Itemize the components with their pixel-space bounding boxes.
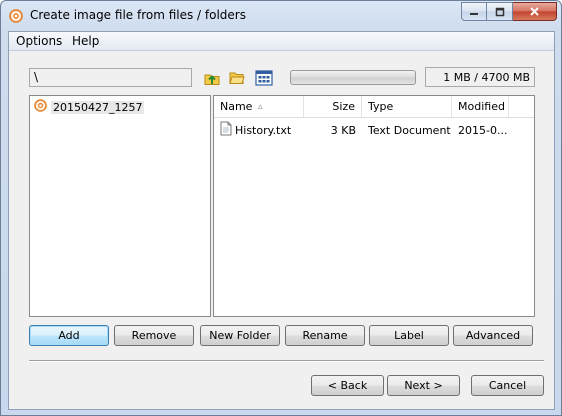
file-list[interactable]: Name ▵ Size Type Modified History.txt 3 …: [213, 95, 535, 317]
file-modified: 2015-0...: [458, 123, 508, 137]
text-file-icon: [220, 121, 232, 139]
capacity-progress-bar: [290, 70, 416, 85]
rename-button[interactable]: Rename: [285, 325, 365, 346]
title-bar[interactable]: Create image file from files / folders: [1, 1, 561, 31]
file-list-header: Name ▵ Size Type Modified: [214, 96, 534, 118]
window-title: Create image file from files / folders: [30, 8, 246, 22]
close-icon: [530, 7, 539, 16]
label-button[interactable]: Label: [369, 325, 449, 346]
dialog-window: Create image file from files / folders O…: [0, 0, 562, 416]
cancel-button[interactable]: Cancel: [471, 375, 544, 396]
file-row[interactable]: History.txt 3 KB Text Document 2015-0...: [214, 121, 534, 139]
tree-item-label: 20150427_1257: [51, 100, 145, 114]
add-button[interactable]: Add: [29, 325, 109, 346]
folder-up-icon[interactable]: [202, 68, 222, 88]
menu-options[interactable]: Options: [16, 34, 62, 48]
next-button[interactable]: Next >: [387, 375, 460, 396]
separator: [29, 360, 544, 362]
maximize-icon: [495, 7, 504, 16]
dialog-client-area: Options Help \ 1 MB / 4700 MB 20150427_1…: [8, 31, 555, 410]
path-field[interactable]: \: [29, 68, 192, 87]
disc-icon: [9, 9, 23, 23]
tree-item-root[interactable]: 20150427_1257: [34, 99, 145, 115]
close-button[interactable]: [513, 2, 557, 21]
remove-button[interactable]: Remove: [114, 325, 194, 346]
sort-ascending-icon: ▵: [258, 102, 263, 112]
file-name: History.txt: [235, 123, 292, 137]
new-folder-button[interactable]: New Folder: [200, 325, 280, 346]
maximize-button[interactable]: [487, 2, 513, 21]
minimize-icon: [470, 12, 478, 15]
window-controls: [461, 2, 557, 21]
file-size: 3 KB: [330, 123, 356, 137]
column-header-label: Name: [220, 100, 253, 113]
minimize-button[interactable]: [461, 2, 487, 21]
view-grid-icon[interactable]: [254, 68, 274, 88]
advanced-button[interactable]: Advanced: [453, 325, 533, 346]
menu-bar: Options Help: [9, 32, 554, 51]
folder-tree[interactable]: 20150427_1257: [29, 95, 211, 317]
file-type: Text Document: [368, 123, 451, 137]
column-header-name[interactable]: Name ▵: [214, 96, 304, 118]
menu-help[interactable]: Help: [72, 34, 99, 48]
disc-icon: [34, 99, 47, 115]
back-button[interactable]: < Back: [311, 375, 384, 396]
column-header-size[interactable]: Size: [304, 96, 362, 118]
size-readout: 1 MB / 4700 MB: [425, 67, 535, 87]
column-header-type[interactable]: Type: [362, 96, 452, 118]
open-folder-icon[interactable]: [227, 68, 247, 88]
column-header-modified[interactable]: Modified: [452, 96, 509, 118]
